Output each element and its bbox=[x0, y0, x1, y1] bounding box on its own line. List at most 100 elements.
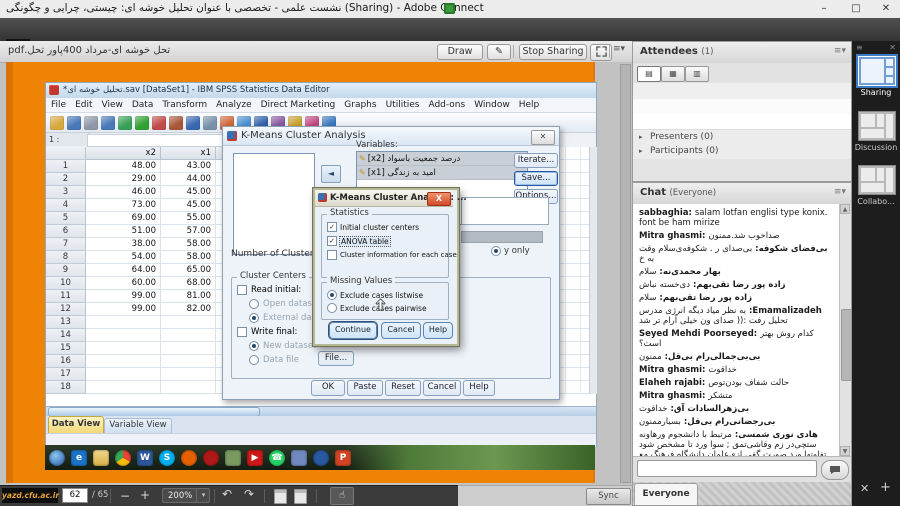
folder-icon[interactable] bbox=[93, 450, 109, 466]
youtube-icon[interactable]: ▶ bbox=[247, 450, 263, 466]
spss-toolbar-icon[interactable] bbox=[135, 116, 149, 130]
data-cell[interactable]: 99.00 bbox=[86, 290, 161, 303]
tab-data-view[interactable]: Data View bbox=[48, 416, 104, 433]
checkbox-icon[interactable]: ✓ bbox=[327, 236, 337, 246]
chat-scrollbar[interactable]: ▲ ▼ bbox=[839, 204, 851, 456]
row-number[interactable]: 12 bbox=[46, 303, 86, 316]
data-cell[interactable]: 54.00 bbox=[86, 251, 161, 264]
zoom-caret-icon[interactable]: ▾ bbox=[196, 488, 210, 503]
expand-caret-icon[interactable]: ▸ bbox=[639, 147, 643, 155]
file-button[interactable]: File... bbox=[318, 351, 354, 366]
red-app-icon[interactable] bbox=[203, 450, 219, 466]
row-number[interactable]: 15 bbox=[46, 342, 86, 355]
row-number[interactable]: 11 bbox=[46, 290, 86, 303]
undo-button[interactable]: ↶ bbox=[222, 487, 232, 501]
sync-button[interactable]: Sync bbox=[586, 488, 631, 505]
data-cell[interactable]: 43.00 bbox=[161, 160, 216, 173]
spss-menu-item[interactable]: Direct Marketing bbox=[261, 100, 336, 110]
empty-cell[interactable] bbox=[161, 368, 216, 381]
row-number[interactable]: 17 bbox=[46, 368, 86, 381]
empty-cell[interactable] bbox=[86, 381, 161, 394]
layout-sharing-label[interactable]: Sharing bbox=[852, 88, 900, 97]
data-cell[interactable]: 69.00 bbox=[86, 212, 161, 225]
globe-icon[interactable] bbox=[313, 450, 329, 466]
radio-icon[interactable] bbox=[491, 246, 501, 256]
spss-menu-item[interactable]: Graphs bbox=[344, 100, 376, 110]
checkbox-icon[interactable] bbox=[237, 327, 247, 337]
ok-button[interactable]: OK bbox=[311, 380, 345, 396]
minimize-button[interactable]: – bbox=[810, 0, 838, 18]
move-variable-button[interactable]: ◄ bbox=[321, 165, 341, 183]
spss-toolbar-icon[interactable] bbox=[101, 116, 115, 130]
empty-cell[interactable] bbox=[161, 316, 216, 329]
tab-variable-view[interactable]: Variable View bbox=[104, 418, 172, 433]
help-button[interactable]: Help bbox=[463, 380, 495, 396]
pan-tool-button[interactable]: ☝ bbox=[330, 487, 354, 505]
variable-item[interactable]: ✎درصد جمعیت باسواد [x2] bbox=[357, 152, 527, 166]
spss-toolbar-icon[interactable] bbox=[84, 116, 98, 130]
empty-cell[interactable] bbox=[161, 355, 216, 368]
row-number[interactable]: 4 bbox=[46, 199, 86, 212]
row-number[interactable]: 3 bbox=[46, 186, 86, 199]
scroll-up-icon[interactable]: ▲ bbox=[840, 204, 850, 214]
row-number[interactable]: 18 bbox=[46, 381, 86, 394]
chrome-icon[interactable] bbox=[115, 450, 131, 466]
layout-collaboration-label[interactable]: Collabo... bbox=[852, 197, 900, 206]
radio-icon[interactable] bbox=[327, 303, 337, 313]
spss-menu-item[interactable]: Add-ons bbox=[428, 100, 465, 110]
expand-caret-icon[interactable]: ▸ bbox=[639, 133, 643, 141]
row-number[interactable]: 16 bbox=[46, 355, 86, 368]
attendee-list-view-button[interactable]: ▤ bbox=[637, 66, 661, 82]
spss-toolbar-icon[interactable] bbox=[186, 116, 200, 130]
radio-icon[interactable] bbox=[327, 290, 337, 300]
cancel-button[interactable]: Cancel bbox=[423, 380, 461, 396]
page-layout-button[interactable] bbox=[294, 489, 307, 504]
initial-cluster-centers-checkbox[interactable]: ✓Initial cluster centers bbox=[327, 222, 419, 232]
classify-only-radio[interactable]: y only bbox=[491, 246, 530, 256]
radio-icon[interactable] bbox=[249, 299, 259, 309]
radio-icon[interactable] bbox=[249, 313, 259, 323]
spss-menu-item[interactable]: View bbox=[102, 100, 123, 110]
spss-toolbar-icon[interactable] bbox=[50, 116, 64, 130]
row-number[interactable]: 13 bbox=[46, 316, 86, 329]
layout-sharing-thumbnail[interactable] bbox=[859, 57, 895, 85]
help-button[interactable]: Help bbox=[423, 322, 453, 339]
row-number[interactable]: 2 bbox=[46, 173, 86, 186]
data-cell[interactable]: 64.00 bbox=[86, 264, 161, 277]
grid-vertical-scrollbar[interactable] bbox=[589, 147, 597, 394]
options-close-button[interactable]: X bbox=[427, 192, 451, 206]
send-message-button[interactable] bbox=[821, 460, 849, 480]
spss-menu-item[interactable]: Utilities bbox=[386, 100, 420, 110]
pod-resize-area[interactable] bbox=[633, 159, 851, 181]
iterate-button[interactable]: Iterate... bbox=[514, 153, 558, 168]
layouts-menu-icon[interactable]: ≡ bbox=[856, 43, 863, 52]
empty-cell[interactable] bbox=[86, 329, 161, 342]
row-number[interactable]: 1 bbox=[46, 160, 86, 173]
row-number[interactable]: 10 bbox=[46, 277, 86, 290]
host-list-item[interactable]: د. اسد. م bbox=[633, 114, 851, 129]
row-number[interactable]: 5 bbox=[46, 212, 86, 225]
scrollbar-thumb[interactable] bbox=[841, 309, 852, 381]
layout-discussion-thumbnail[interactable] bbox=[859, 112, 895, 140]
empty-cell[interactable] bbox=[86, 355, 161, 368]
data-cell[interactable]: 45.00 bbox=[161, 186, 216, 199]
data-cell[interactable]: 58.00 bbox=[161, 251, 216, 264]
new-dataset-radio[interactable]: New dataset bbox=[249, 341, 316, 351]
write-final-checkbox[interactable]: Write final: bbox=[237, 327, 297, 337]
skype-icon[interactable]: S bbox=[159, 450, 175, 466]
chat-pod-menu-icon[interactable]: ≡▾ bbox=[834, 187, 846, 197]
draw-button[interactable]: Draw bbox=[437, 44, 483, 60]
zoom-in-button[interactable]: + bbox=[140, 488, 150, 502]
data-cell[interactable]: 44.00 bbox=[161, 173, 216, 186]
checkbox-icon[interactable] bbox=[327, 250, 337, 260]
green-app-icon[interactable] bbox=[225, 450, 241, 466]
spss-toolbar-icon[interactable] bbox=[118, 116, 132, 130]
share-pod-menu-icon[interactable]: ≡▾ bbox=[613, 44, 631, 54]
internet-explorer-icon[interactable]: e bbox=[71, 450, 87, 466]
firefox-icon[interactable] bbox=[181, 450, 197, 466]
scroll-down-icon[interactable]: ▼ bbox=[840, 446, 850, 456]
anova-table-checkbox[interactable]: ✓ANOVA table bbox=[327, 236, 390, 246]
data-cell[interactable]: 81.00 bbox=[161, 290, 216, 303]
row-number[interactable]: 14 bbox=[46, 329, 86, 342]
data-cell[interactable]: 51.00 bbox=[86, 225, 161, 238]
